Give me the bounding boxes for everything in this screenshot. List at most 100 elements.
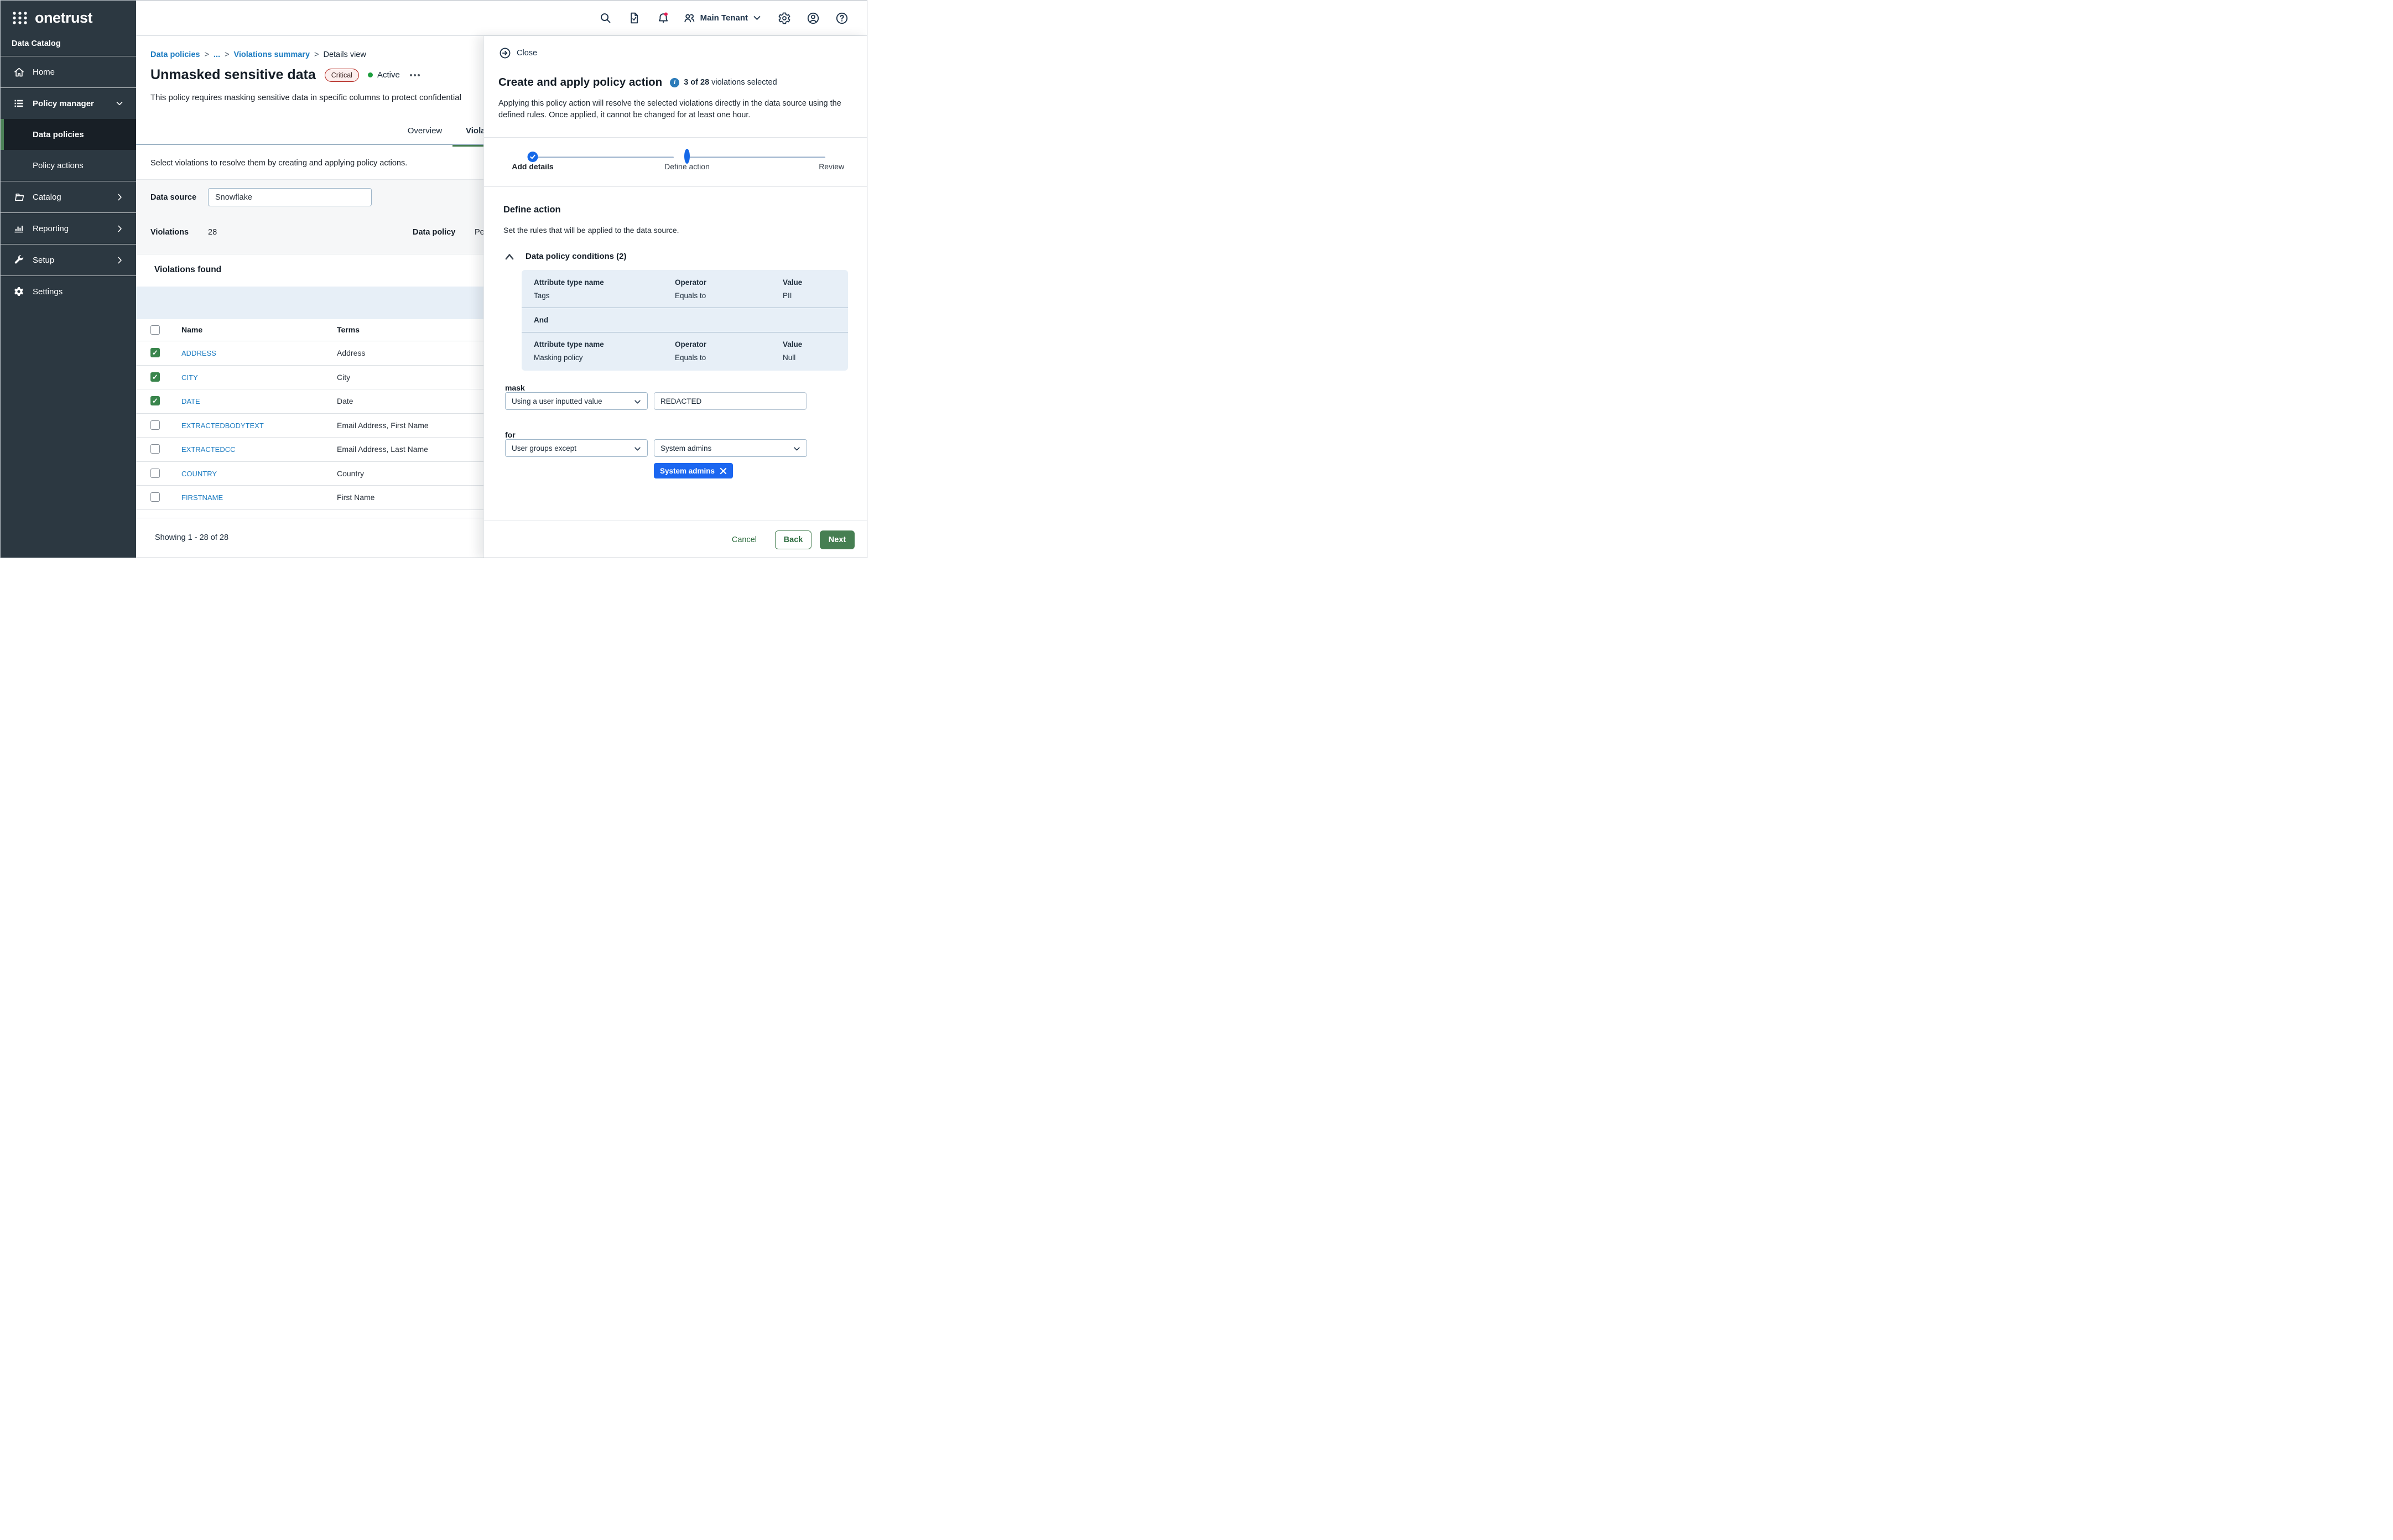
condition-column-header: Value [783, 278, 836, 287]
selected-group-chip[interactable]: System admins [654, 463, 733, 478]
chevron-down-icon [793, 445, 801, 453]
conditions-title: Data policy conditions (2) [526, 252, 627, 261]
sidebar-item-setup[interactable]: Setup [1, 244, 136, 275]
tenant-switcher[interactable]: Main Tenant [683, 12, 762, 25]
breadcrumb: Data policies > ... > Violations summary… [150, 50, 366, 59]
mask-method-dropdown[interactable]: Using a user inputted value [505, 392, 648, 410]
help-icon[interactable] [833, 9, 851, 28]
violation-terms: Email Address, Last Name [337, 445, 428, 454]
back-button[interactable]: Back [775, 530, 811, 549]
sidebar-nav: Home Policy manager Data policiesPolicy ac… [1, 56, 136, 307]
data-policy-label: Data policy [413, 228, 455, 237]
violation-name-link[interactable]: EXTRACTEDBODYTEXT [181, 422, 264, 430]
violation-name-link[interactable]: CITY [181, 373, 198, 382]
sidebar-item-data-policies[interactable]: Data policies [1, 119, 136, 150]
policy-list-icon [13, 98, 25, 109]
condition-column-header: Attribute type name [534, 340, 675, 348]
row-checkbox[interactable] [150, 444, 160, 454]
condition-value: Null [783, 353, 836, 362]
sidebar-item-policy-actions[interactable]: Policy actions [1, 150, 136, 181]
condition-column-header: Value [783, 340, 836, 348]
sidebar-item-label: Catalog [33, 192, 61, 202]
pagination-status: Showing 1 - 28 of 28 [155, 533, 228, 542]
for-groups-dropdown[interactable]: System admins [654, 439, 807, 457]
chevron-right-icon [116, 225, 124, 233]
chevron-down-icon [115, 99, 124, 108]
violations-instruction: Select violations to resolve them by cre… [150, 159, 407, 168]
chevron-right-icon [116, 256, 124, 264]
notifications-bell-icon[interactable] [654, 9, 673, 28]
more-menu-icon[interactable] [409, 71, 421, 80]
policy-action-panel: Close Create and apply policy action i 3… [483, 36, 867, 558]
account-icon[interactable] [804, 9, 823, 28]
breadcrumb-link-violations-summary[interactable]: Violations summary [233, 50, 310, 59]
row-checkbox[interactable] [150, 492, 160, 502]
sidebar-item-label: Policy manager [33, 99, 94, 108]
condition-column-header: Operator [675, 278, 783, 287]
sidebar-item-home[interactable]: Home [1, 56, 136, 87]
select-all-checkbox[interactable] [150, 325, 160, 335]
document-check-icon[interactable] [625, 9, 644, 28]
table-title: Violations found [154, 265, 221, 275]
step-label: Define action [664, 162, 710, 171]
condition-operator: Equals to [675, 292, 783, 300]
breadcrumb-separator: > [314, 50, 319, 59]
violation-name-link[interactable]: COUNTRY [181, 470, 217, 478]
row-checkbox[interactable] [150, 469, 160, 478]
stepper: Add detailsDefine actionReview [484, 137, 867, 187]
sidebar-item-catalog[interactable]: Catalog [1, 181, 136, 212]
row-checkbox[interactable]: ✓ [150, 348, 160, 357]
violation-name-link[interactable]: FIRSTNAME [181, 493, 223, 502]
chevron-right-icon [116, 193, 124, 201]
sidebar-item-reporting[interactable]: Reporting [1, 213, 136, 244]
page-title: Unmasked sensitive data [150, 67, 316, 83]
violations-count-value: 28 [208, 228, 217, 237]
folder-icon [13, 191, 25, 203]
severity-badge: Critical [325, 69, 359, 82]
home-icon [13, 66, 25, 78]
data-source-input[interactable] [208, 188, 372, 206]
condition-column-header: Operator [675, 340, 783, 348]
chip-remove-icon[interactable] [720, 467, 727, 475]
conditions-card: Attribute type nameOperatorValueTagsEqua… [522, 270, 848, 371]
chevron-down-icon [752, 13, 762, 23]
close-button[interactable]: Close [499, 47, 537, 59]
breadcrumb-current: Details view [323, 50, 366, 59]
condition-attribute: Tags [534, 292, 675, 300]
row-checkbox[interactable] [150, 420, 160, 430]
panel-footer: Cancel Back Next [484, 521, 867, 558]
app-window: onetrust Data Catalog HomePolicy manager… [0, 0, 867, 558]
step-label: Add details [512, 162, 553, 171]
breadcrumb-link-data-policies[interactable]: Data policies [150, 50, 200, 59]
sidebar-item-policy-manager[interactable]: Policy manager [1, 88, 136, 119]
violation-name-link[interactable]: EXTRACTEDCC [181, 445, 236, 454]
step-current-icon [684, 149, 690, 164]
define-action-subtext: Set the rules that will be applied to th… [503, 226, 679, 235]
cancel-button[interactable]: Cancel [732, 535, 757, 544]
violation-name-link[interactable]: ADDRESS [181, 349, 216, 357]
for-method-dropdown[interactable]: User groups except [505, 439, 648, 457]
mask-value-input[interactable] [654, 392, 807, 410]
bar-chart-icon [13, 223, 25, 234]
next-button[interactable]: Next [820, 530, 855, 549]
gear-icon[interactable] [775, 9, 794, 28]
sidebar-item-label: Setup [33, 256, 54, 265]
search-icon[interactable] [596, 9, 615, 28]
sidebar-item-settings[interactable]: Settings [1, 276, 136, 307]
step-complete-icon [528, 152, 538, 162]
panel-description: Applying this policy action will resolve… [498, 98, 844, 122]
row-checkbox[interactable]: ✓ [150, 396, 160, 405]
row-checkbox[interactable]: ✓ [150, 372, 160, 382]
condition-column-header: Attribute type name [534, 278, 675, 287]
violation-terms: Date [337, 397, 353, 405]
close-label: Close [517, 49, 537, 58]
chip-label: System admins [660, 467, 715, 475]
define-action-heading: Define action [503, 205, 561, 215]
for-label: for [505, 430, 516, 439]
breadcrumb-link-ellipsis[interactable]: ... [214, 50, 220, 59]
tab-overview[interactable]: Overview [386, 117, 464, 145]
violation-name-link[interactable]: DATE [181, 397, 200, 405]
status-badge: Active [368, 70, 400, 80]
close-arrow-icon [499, 47, 511, 59]
collapse-chevron-icon[interactable] [505, 253, 514, 260]
